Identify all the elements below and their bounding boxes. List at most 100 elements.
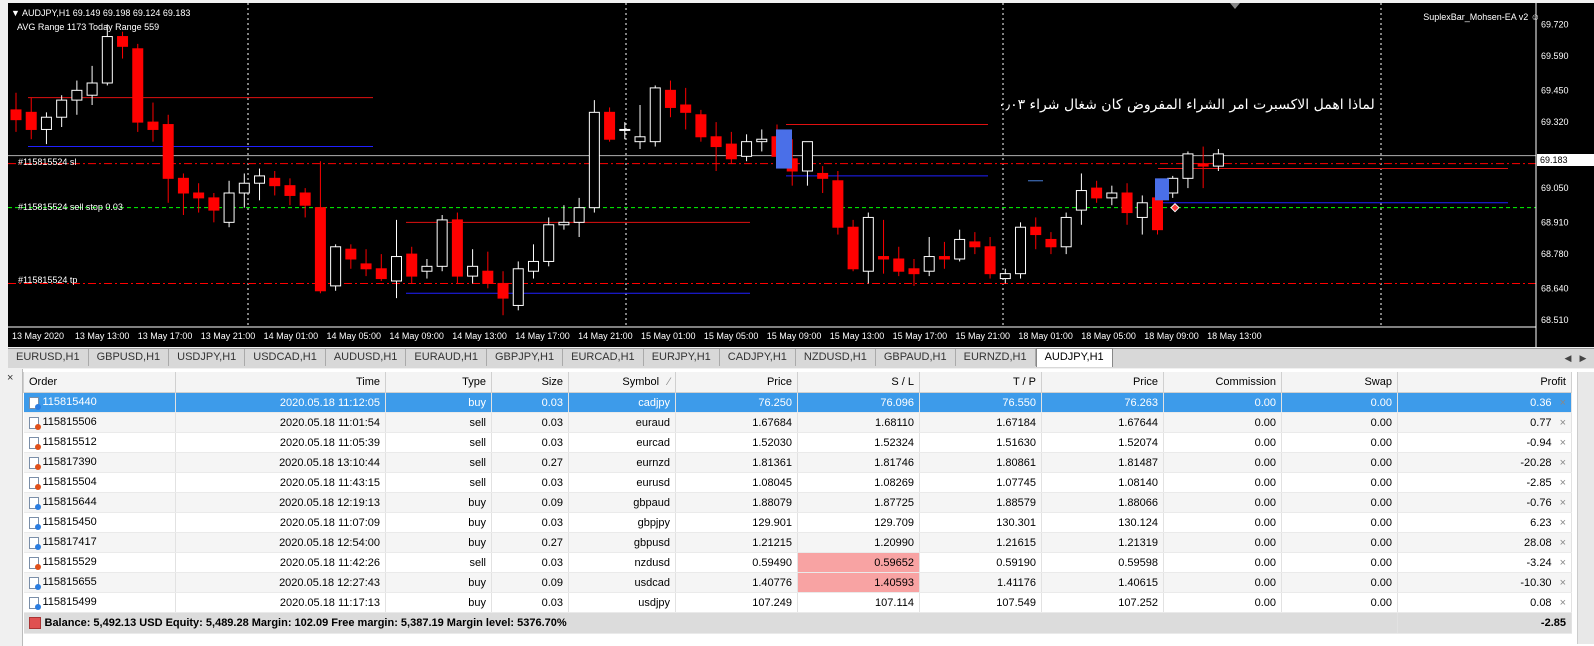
trade-row[interactable]: 115815440 2020.05.18 11:12:05 buy 0.03 cadjp… [23, 392, 1572, 413]
col-swap[interactable]: Swap [1281, 372, 1398, 393]
cell-price: 1.08045 [675, 472, 798, 493]
bear-candle [1121, 192, 1133, 214]
col-open-price[interactable]: Price [675, 372, 798, 393]
col-tp[interactable]: T / P [919, 372, 1042, 393]
trade-row[interactable]: 115815499 2020.05.18 11:17:13 buy 0.03 usdjp… [23, 592, 1572, 613]
trade-row[interactable]: 115815529 2020.05.18 11:42:26 sell 0.03 nzdu… [23, 552, 1572, 573]
cell-swap: 0.00 [1281, 592, 1398, 613]
cell-cur: 1.40615 [1041, 572, 1164, 593]
tab-audusd-h1[interactable]: AUDUSD,H1 [326, 349, 407, 366]
chart-canvas[interactable]: 69.720 69.590 69.450 69.320 69.050 68.910 68.7… [8, 3, 1594, 347]
vertical-scrollbar[interactable] [1577, 372, 1594, 644]
bull-candle [923, 256, 935, 272]
cell-cur: 130.124 [1041, 512, 1164, 533]
tab-scroll-right-icon[interactable]: ▶ [1577, 352, 1589, 364]
tab-scroll-left-icon[interactable]: ◀ [1562, 352, 1574, 364]
cell-sl: 0.59652 [797, 552, 920, 573]
col-time[interactable]: Time [175, 372, 386, 393]
trade-row[interactable]: 115815644 2020.05.18 12:19:13 buy 0.09 gbpau… [23, 492, 1572, 513]
bull-candle [101, 36, 113, 84]
close-order-icon[interactable]: × [1560, 477, 1566, 489]
order-number: 115815440 [42, 396, 97, 409]
cell-commission: 0.00 [1163, 572, 1282, 593]
cell-size: 0.03 [491, 472, 569, 493]
buy-order-icon [28, 516, 41, 530]
time-tick-label: 13 May 13:00 [75, 331, 130, 341]
cell-order: 115815655 [23, 572, 176, 593]
sell-order-icon [28, 436, 41, 450]
bear-candle [710, 136, 722, 148]
tab-cadjpy-h1[interactable]: CADJPY,H1 [720, 349, 796, 366]
cell-profit: -10.30 × [1397, 572, 1572, 593]
bear-candle [177, 177, 189, 194]
cell-sl: 1.40593 [797, 572, 920, 593]
tab-eurusd-h1[interactable]: EURUSD,H1 [8, 349, 89, 366]
cell-swap: 0.00 [1281, 552, 1398, 573]
tab-gbpusd-h1[interactable]: GBPUSD,H1 [89, 349, 170, 366]
bear-candle [299, 192, 311, 206]
balance-summary: Balance: 5,492.13 USD Equity: 5,489.28 M… [23, 612, 1398, 634]
tab-gbpaud-h1[interactable]: GBPAUD,H1 [876, 349, 956, 366]
time-tick-label: 14 May 05:00 [327, 331, 382, 341]
chart-symbol-ohlc: AUDJPY,H1 69.149 69.198 69.124 69.183 [21, 8, 191, 18]
col-sl[interactable]: S / L [797, 372, 920, 393]
time-tick-label: 18 May 13:00 [1207, 331, 1262, 341]
bear-candle [695, 114, 707, 138]
bull-candle [1015, 226, 1027, 275]
col-symbol[interactable]: Symbol ⁄ [568, 372, 676, 393]
tab-usdcad-h1[interactable]: USDCAD,H1 [245, 349, 326, 366]
close-order-icon[interactable]: × [1560, 417, 1566, 429]
trade-row[interactable]: 115817417 2020.05.18 12:54:00 buy 0.27 gbpus… [23, 532, 1572, 553]
tab-gbpjpy-h1[interactable]: GBPJPY,H1 [487, 349, 564, 366]
col-current-price[interactable]: Price [1041, 372, 1164, 393]
price-tick-label: 68.640 [1541, 283, 1569, 293]
close-order-icon[interactable]: × [1560, 597, 1566, 609]
terminal-panel: × Order Time Type Size Symbol ⁄ Price S … [0, 369, 1594, 646]
col-type[interactable]: Type [385, 372, 492, 393]
cell-symbol: usdcad [568, 572, 676, 593]
bear-candle [117, 36, 129, 47]
tab-eurnzd-h1[interactable]: EURNZD,H1 [956, 349, 1036, 366]
menu-triangle-icon[interactable]: ▼ [11, 8, 20, 18]
cell-size: 0.27 [491, 532, 569, 553]
cell-commission: 0.00 [1163, 472, 1282, 493]
tab-nzdusd-h1[interactable]: NZDUSD,H1 [796, 349, 876, 366]
tab-usdjpy-h1[interactable]: USDJPY,H1 [169, 349, 246, 366]
cell-sl: 1.68110 [797, 412, 920, 433]
close-order-icon[interactable]: × [1560, 577, 1566, 589]
cell-price: 0.59490 [675, 552, 798, 573]
close-order-icon[interactable]: × [1560, 557, 1566, 569]
col-profit[interactable]: Profit [1397, 372, 1572, 393]
tab-eurcad-h1[interactable]: EURCAD,H1 [563, 349, 644, 366]
trade-row[interactable]: 115815450 2020.05.18 11:07:09 buy 0.03 gbpjp… [23, 512, 1572, 533]
bull-candle [1106, 192, 1118, 199]
col-commission[interactable]: Commission [1163, 372, 1282, 393]
bear-candle [878, 256, 890, 260]
tab-euraud-h1[interactable]: EURAUD,H1 [406, 349, 487, 366]
time-tick-label: 14 May 13:00 [452, 331, 507, 341]
cell-cur: 107.252 [1041, 592, 1164, 613]
trade-row[interactable]: 115815506 2020.05.18 11:01:54 sell 0.03 eura… [23, 412, 1572, 433]
cell-price: 76.250 [675, 392, 798, 413]
price-chart[interactable]: 69.720 69.590 69.450 69.320 69.050 68.910 68.7… [8, 3, 1594, 347]
cell-tp: 1.07745 [919, 472, 1042, 493]
close-order-icon[interactable]: × [1560, 497, 1566, 509]
trade-row[interactable]: 115815655 2020.05.18 12:27:43 buy 0.09 usdca… [23, 572, 1572, 593]
cell-swap: 0.00 [1281, 492, 1398, 513]
profit-value: 0.08 [1530, 596, 1552, 609]
close-terminal-icon[interactable]: × [7, 372, 13, 384]
sell-order-icon [28, 456, 41, 470]
close-order-icon[interactable]: × [1560, 437, 1566, 449]
close-order-icon[interactable]: × [1560, 457, 1566, 469]
col-order[interactable]: Order [23, 372, 176, 393]
close-order-icon[interactable]: × [1560, 537, 1566, 549]
trade-row[interactable]: 115815512 2020.05.18 11:05:39 sell 0.03 eurc… [23, 432, 1572, 453]
tab-eurjpy-h1[interactable]: EURJPY,H1 [644, 349, 720, 366]
close-order-icon[interactable]: × [1560, 397, 1566, 409]
close-order-icon[interactable]: × [1560, 517, 1566, 529]
trade-row[interactable]: 115817390 2020.05.18 13:10:44 sell 0.27 eurn… [23, 452, 1572, 473]
col-size[interactable]: Size [491, 372, 569, 393]
trade-row[interactable]: 115815504 2020.05.18 11:43:15 sell 0.03 euru… [23, 472, 1572, 493]
bear-candle [1045, 238, 1057, 248]
tab-audjpy-h1[interactable]: AUDJPY,H1 [1035, 348, 1113, 367]
